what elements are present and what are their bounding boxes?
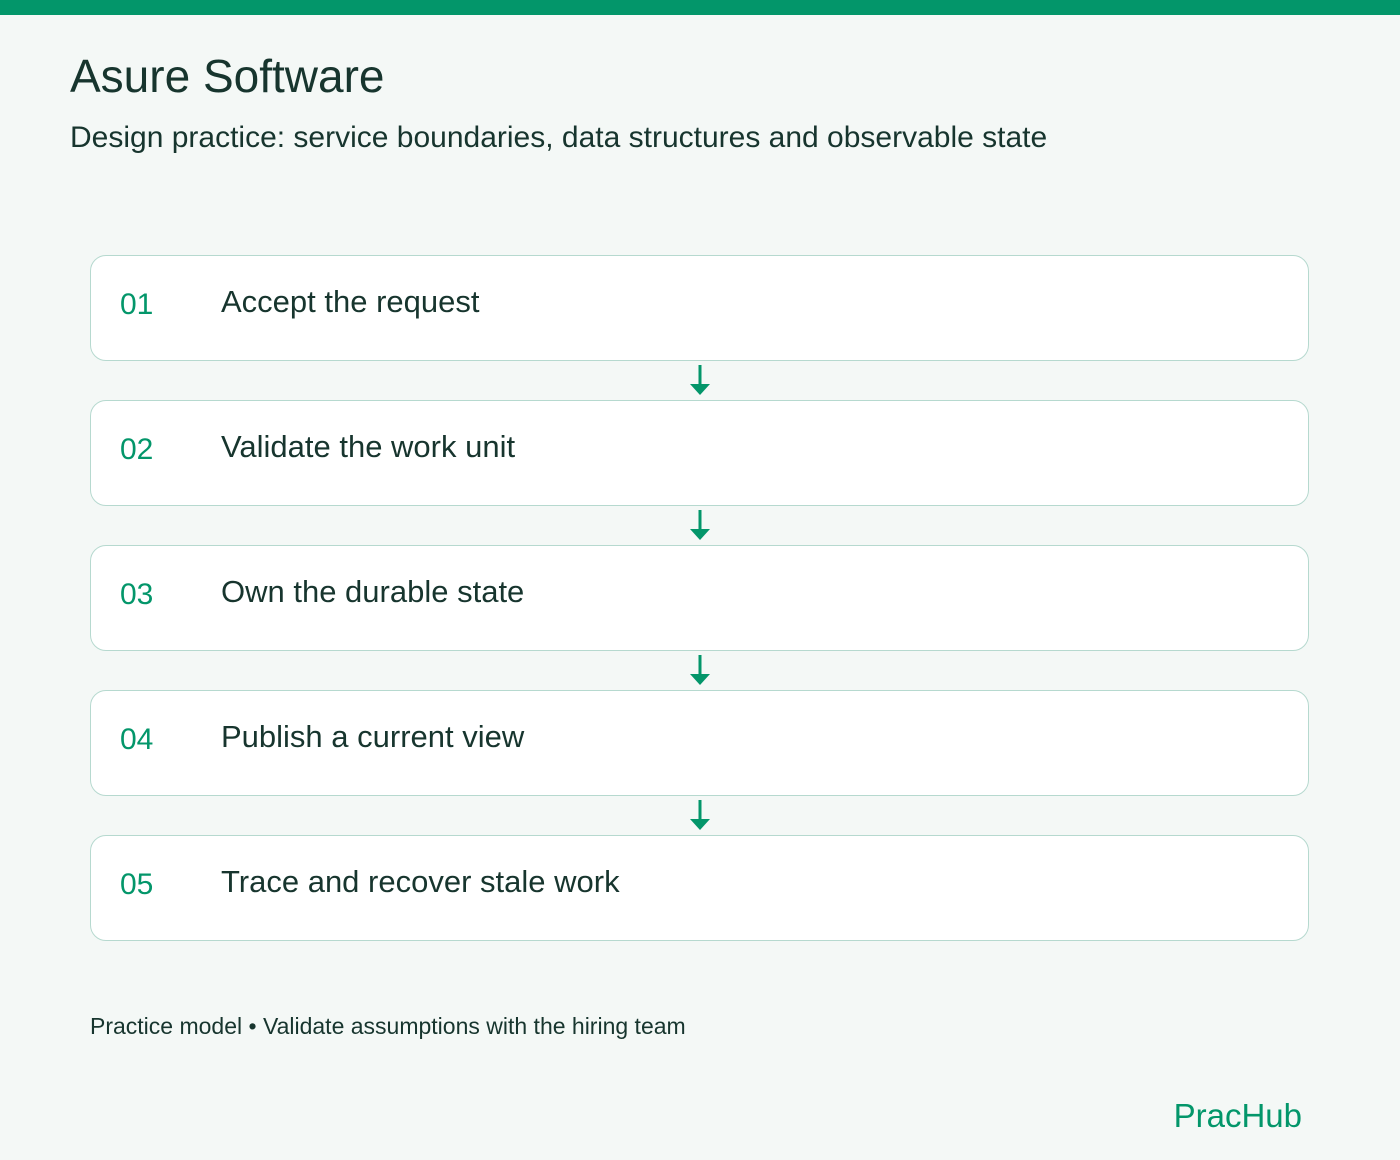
step-label: Validate the work unit bbox=[221, 429, 516, 464]
step-number: 04 bbox=[120, 723, 154, 756]
step-label: Accept the request bbox=[221, 284, 480, 319]
step-label: Own the durable state bbox=[221, 574, 525, 609]
step-label: Publish a current view bbox=[221, 719, 525, 754]
step-number: 03 bbox=[120, 578, 154, 611]
footnote: Practice model • Validate assumptions wi… bbox=[90, 1013, 686, 1039]
page-title: Asure Software bbox=[70, 50, 385, 102]
step-card-1: 01 Accept the request bbox=[90, 255, 1309, 361]
step-label: Trace and recover stale work bbox=[221, 864, 620, 899]
arrow-down-icon bbox=[690, 510, 710, 540]
step-number: 05 bbox=[120, 868, 154, 901]
step-number: 02 bbox=[120, 433, 154, 466]
step-card-3: 03 Own the durable state bbox=[90, 545, 1309, 651]
step-card-4: 04 Publish a current view bbox=[90, 690, 1309, 796]
arrow-down-icon bbox=[690, 365, 710, 395]
arrow-down-icon bbox=[690, 655, 710, 685]
brand-logo: PracHub bbox=[1173, 1097, 1302, 1134]
step-card-5: 05 Trace and recover stale work bbox=[90, 835, 1309, 941]
top-accent-bar bbox=[0, 0, 1400, 15]
step-number: 01 bbox=[120, 288, 154, 321]
page-subtitle: Design practice: service boundaries, dat… bbox=[70, 121, 1048, 154]
step-card-2: 02 Validate the work unit bbox=[90, 400, 1309, 506]
arrow-down-icon bbox=[690, 800, 710, 830]
